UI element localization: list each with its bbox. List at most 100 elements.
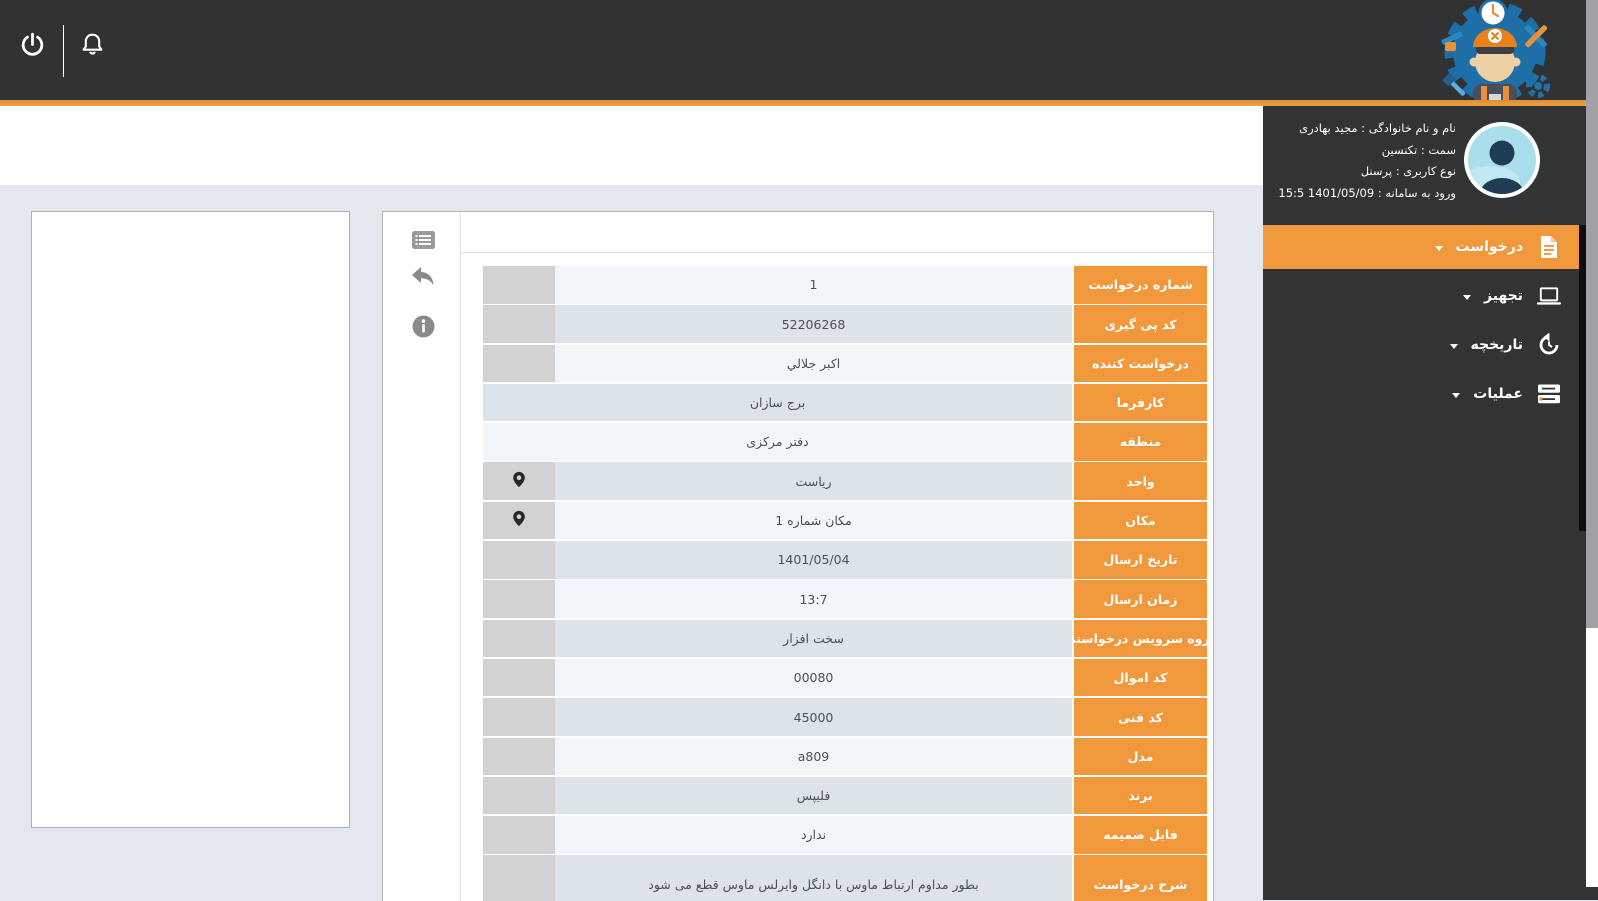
sidebar-menu: درخواست تجهیز تاریخچه عملیات (1263, 225, 1586, 421)
row-label: کارفرما (1074, 383, 1207, 422)
row-label: کد پی گیری (1074, 305, 1207, 343)
table-row: گروه سرویس درخواستیسخت افزار (483, 619, 1207, 658)
row-value: مکان شماره 1 (555, 501, 1072, 540)
info-icon (412, 315, 435, 342)
sidebar-item-label: تجهیز (1483, 288, 1523, 304)
page-scrollbar-thumb[interactable] (1586, 0, 1598, 628)
sidebar-item-label: عملیات (1473, 386, 1523, 402)
chevron-down-icon (1462, 294, 1471, 300)
chevron-down-icon (1452, 392, 1461, 398)
table-row: کد فنی 45000 (483, 698, 1207, 736)
row-icon-cell (483, 816, 555, 854)
location-pin-icon (512, 471, 526, 492)
row-value: اکبر جلالي (555, 344, 1072, 383)
user-position: سمت : تکنسین (1381, 142, 1456, 157)
row-label: کد اموال (1074, 658, 1207, 697)
row-icon-cell (483, 776, 555, 815)
row-icon-cell (483, 305, 555, 343)
row-label: واحد (1074, 462, 1207, 500)
location-pin-icon (512, 510, 526, 531)
row-value: 45000 (555, 698, 1072, 736)
row-icon-cell (483, 344, 555, 383)
row-icon-cell (483, 266, 555, 304)
row-icon-cell (483, 462, 555, 500)
avatar (1464, 122, 1540, 198)
row-value: 13:7 (555, 580, 1072, 618)
row-icon-cell (483, 580, 555, 618)
sidebar-item[interactable]: تجهیز (1263, 274, 1586, 318)
row-icon-cell (483, 541, 555, 579)
table-row: زمان ارسال 13:7 (483, 580, 1207, 618)
row-icon-cell (483, 855, 555, 901)
table-row: واحد ریاست (483, 462, 1207, 500)
bell-icon (78, 30, 107, 63)
row-label: کد فنی (1074, 698, 1207, 736)
row-value: 1 (555, 266, 1072, 304)
page-scrollbar-down-button[interactable] (1586, 887, 1598, 900)
side-empty-panel (31, 211, 350, 828)
request-detail-table: شماره درخواست 1 کد پی گیری 52206268 درخواست … (483, 266, 1207, 901)
table-row: درخواست کننده اکبر جلالي (483, 344, 1207, 383)
row-value: سخت افزار (555, 619, 1072, 658)
table-row: کد اموال 00080 (483, 658, 1207, 697)
row-value: ندارد (555, 816, 1072, 854)
row-icon-cell (483, 619, 555, 658)
notifications-button[interactable] (73, 27, 111, 65)
user-login-time: ورود به سامانه : 1401/05/09 15:5 (1278, 185, 1456, 200)
row-label: منطقه (1074, 423, 1207, 461)
power-icon (19, 31, 46, 62)
table-row: مکان مکان شماره 1 (483, 501, 1207, 540)
row-label: فایل ضمیمه (1074, 816, 1207, 854)
server-icon (1536, 381, 1562, 407)
chevron-down-icon (1434, 245, 1443, 251)
row-value: a809 (555, 737, 1072, 776)
row-label: مدل (1074, 737, 1207, 776)
info-button[interactable] (410, 315, 436, 341)
sidebar: نام و نام خانوادگی : مجید بهادری سمت : ت… (1263, 106, 1586, 900)
topbar-divider (63, 25, 64, 77)
row-value: 1401/05/04 (555, 541, 1072, 579)
row-label: شماره درخواست (1074, 266, 1207, 304)
row-label: گروه سرویس درخواستی (1074, 619, 1207, 658)
sidebar-item-label: تاریخچه (1470, 337, 1524, 353)
details-list-button[interactable] (410, 229, 436, 255)
laptop-icon (1536, 283, 1562, 309)
row-value: 00080 (555, 658, 1072, 697)
row-label: مکان (1074, 501, 1207, 540)
row-value: بطور مداوم ارتباط ماوس با دانگل وایرلس م… (555, 855, 1072, 901)
row-value: 52206268 (555, 305, 1072, 343)
table-row: شرح درخواست بطور مداوم ارتباط ماوس با دان… (483, 855, 1207, 901)
sidebar-scrollbar-thumb[interactable] (1579, 225, 1586, 531)
row-label: درخواست کننده (1074, 344, 1207, 383)
undo-arrow-icon (410, 266, 436, 292)
user-type: نوع کاربری : پرسنل (1360, 164, 1456, 178)
table-row: منطقه دفتر مرکزی (483, 423, 1207, 461)
sidebar-item[interactable]: تاریخچه (1263, 323, 1586, 367)
row-label: شرح درخواست (1074, 855, 1207, 901)
table-row: فایل ضمیمه ندارد (483, 816, 1207, 854)
row-icon-cell (483, 737, 555, 776)
sidebar-item-label: درخواست (1455, 239, 1524, 255)
power-button[interactable] (13, 27, 51, 65)
row-label: برند (1074, 776, 1207, 815)
breadcrumb-band: درخواستجزئیات درخواستلیست (0, 106, 1263, 255)
table-row: کارفرما برج سازان (483, 383, 1207, 422)
row-value: ریاست (555, 462, 1072, 500)
row-value: دفتر مرکزی (483, 423, 1072, 461)
document-icon (1536, 234, 1562, 260)
user-info: نام و نام خانوادگی : مجید بهادری سمت : ت… (1271, 121, 1456, 207)
table-row: مدل a809 (483, 737, 1207, 776)
chevron-down-icon (1449, 343, 1458, 349)
undo-button[interactable] (410, 266, 436, 292)
list-icon (411, 231, 435, 253)
row-value: برج سازان (483, 383, 1072, 422)
request-detail-card: شماره درخواست 1 کد پی گیری 52206268 درخواست … (382, 211, 1214, 901)
card-header (461, 212, 1213, 253)
page-scrollbar (1586, 0, 1598, 900)
sidebar-item[interactable]: عملیات (1263, 372, 1586, 416)
row-value: فلیپس (555, 776, 1072, 815)
top-bar (0, 0, 1598, 103)
table-row: شماره درخواست 1 (483, 266, 1207, 304)
sidebar-item[interactable]: درخواست (1263, 225, 1586, 269)
row-icon-cell (483, 698, 555, 736)
